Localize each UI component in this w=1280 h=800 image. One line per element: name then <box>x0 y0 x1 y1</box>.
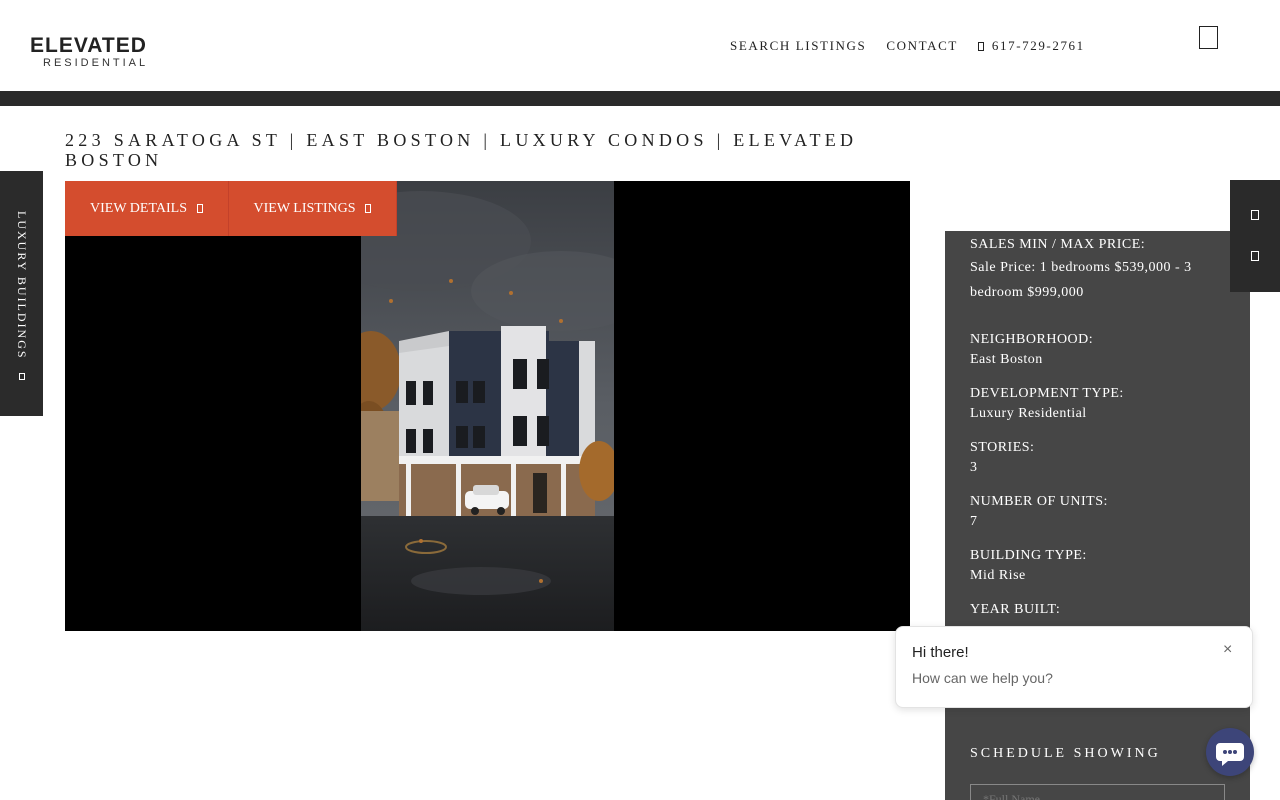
building-info-panel: SALES MIN / MAX PRICE: Sale Price: 1 bed… <box>945 231 1250 800</box>
site-logo[interactable]: ELEVATED RESIDENTIAL <box>30 34 170 70</box>
chat-greeting: Hi there! <box>912 644 969 661</box>
neighborhood-info: NEIGHBORHOOD: East Boston <box>970 330 1093 370</box>
development-type-info: DEVELOPMENT TYPE: Luxury Residential <box>970 384 1124 424</box>
sales-price-label: SALES MIN / MAX PRICE: <box>970 237 1146 252</box>
page-title: 223 SARATOGA ST | EAST BOSTON | LUXURY C… <box>65 130 858 170</box>
main-nav: SEARCH LISTINGS CONTACT 617-729-2761 <box>730 38 1085 54</box>
chat-icon <box>1216 743 1244 766</box>
arrow-icon <box>365 204 372 213</box>
chat-prompt: How can we help you? <box>912 670 1053 686</box>
luxury-buildings-tab[interactable]: LUXURY BUILDINGS <box>0 171 43 416</box>
phone-number: 617-729-2761 <box>991 38 1085 53</box>
schedule-showing-title: SCHEDULE SHOWING <box>970 746 1161 761</box>
building-type-info: BUILDING TYPE: Mid Rise <box>970 546 1087 586</box>
header-divider-band <box>0 91 1280 106</box>
year-built-info: YEAR BUILT: <box>970 600 1060 620</box>
development-type-value: Luxury Residential <box>970 406 1087 421</box>
close-icon[interactable]: × <box>1223 641 1232 659</box>
arrow-icon <box>19 372 25 380</box>
year-built-label: YEAR BUILT: <box>970 602 1061 617</box>
building-type-value: Mid Rise <box>970 568 1026 583</box>
logo-name: ELEVATED <box>30 34 147 57</box>
building-type-label: BUILDING TYPE: <box>970 548 1087 563</box>
building-rendering-image <box>361 181 614 631</box>
stories-info: STORIES: 3 <box>970 438 1034 478</box>
menu-icon[interactable] <box>1199 26 1218 49</box>
nav-contact[interactable]: CONTACT <box>886 38 958 54</box>
neighborhood-label: NEIGHBORHOOD: <box>970 332 1094 347</box>
view-details-button[interactable]: VIEW DETAILS <box>65 181 229 236</box>
phone-icon <box>977 42 984 51</box>
social-strip <box>1230 180 1280 292</box>
site-header: ELEVATED RESIDENTIAL SEARCH LISTINGS CON… <box>0 0 1280 91</box>
stories-value: 3 <box>970 460 978 475</box>
units-label: NUMBER OF UNITS: <box>970 494 1108 509</box>
media-action-buttons: VIEW DETAILS VIEW LISTINGS <box>65 181 398 236</box>
sales-price-value: Sale Price: 1 bedrooms $539,000 - 3 bedr… <box>970 260 1192 300</box>
nav-phone[interactable]: 617-729-2761 <box>977 38 1085 54</box>
neighborhood-value: East Boston <box>970 352 1043 367</box>
luxury-buildings-tab-label: LUXURY BUILDINGS <box>14 211 29 380</box>
units-value: 7 <box>970 514 978 529</box>
view-listings-button[interactable]: VIEW LISTINGS <box>228 181 398 236</box>
arrow-icon <box>196 204 203 213</box>
stories-label: STORIES: <box>970 440 1035 455</box>
full-name-input[interactable] <box>970 784 1225 800</box>
nav-search-listings[interactable]: SEARCH LISTINGS <box>730 38 866 54</box>
development-type-label: DEVELOPMENT TYPE: <box>970 386 1124 401</box>
chat-greeting-bubble[interactable]: Hi there! How can we help you? × <box>895 626 1253 708</box>
share-icon[interactable] <box>1251 210 1259 220</box>
share-icon[interactable] <box>1251 251 1259 261</box>
logo-tagline: RESIDENTIAL <box>43 57 149 69</box>
sales-price-info: SALES MIN / MAX PRICE: Sale Price: 1 bed… <box>970 235 1220 305</box>
building-media[interactable] <box>65 181 910 631</box>
units-info: NUMBER OF UNITS: 7 <box>970 492 1108 532</box>
chat-launcher-button[interactable] <box>1206 728 1254 776</box>
